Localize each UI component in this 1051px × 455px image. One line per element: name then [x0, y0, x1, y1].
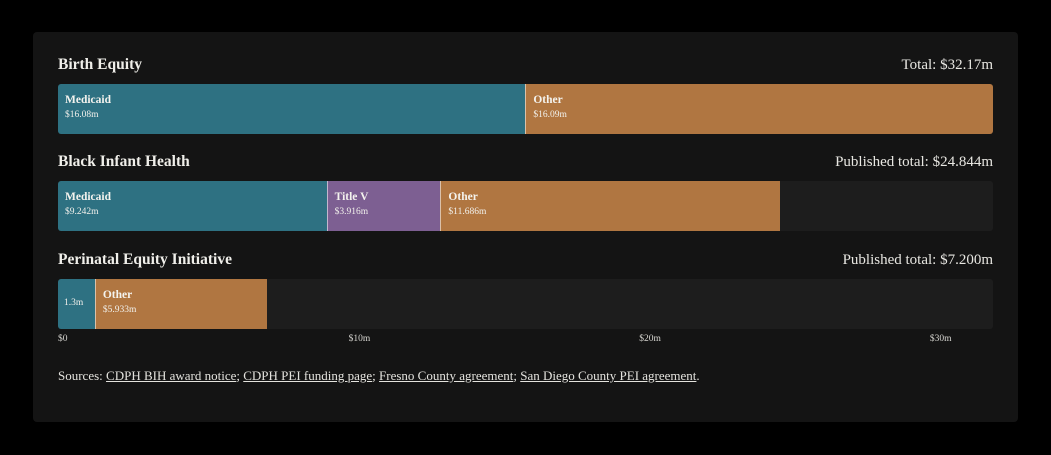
group-header: Black Infant Health Published total: $24.… — [58, 151, 993, 173]
sources-prefix: Sources: — [58, 368, 107, 383]
source-link[interactable]: Fresno County agreement — [379, 368, 513, 383]
chart-card: Birth Equity Total: $32.17m Medicaid $16.08… — [33, 32, 1018, 422]
segment-value-label: $16.09m — [533, 110, 567, 120]
x-tick-label: $20m — [639, 334, 661, 344]
source-separator: . — [696, 368, 700, 383]
bar-segment: Title V $3.916m — [326, 181, 441, 231]
group-header: Birth Equity Total: $32.17m — [58, 54, 993, 76]
group-header: Perinatal Equity Initiative Published tot… — [58, 249, 993, 271]
bar-segment: Medicaid $9.242m — [58, 181, 327, 231]
segment-value-label: $5.933m — [102, 305, 137, 315]
bar-track: Medicaid $9.242m Title V $3.916m Other $11.68… — [58, 181, 993, 231]
group-title: Birth Equity — [58, 56, 142, 73]
bar-segment: Other $5.933m — [94, 279, 268, 329]
x-tick-label: $30m — [929, 334, 952, 344]
sources-line: Sources: CDPH BIH award notice; CDPH PEI… — [58, 368, 700, 384]
segment-label: Medicaid — [65, 94, 111, 106]
group-total: Published total: $24.844m — [835, 154, 993, 170]
source-link[interactable]: CDPH PEI funding page — [243, 368, 372, 383]
bar-segment: Other $11.686m — [440, 181, 781, 231]
segment-label: Other — [448, 191, 478, 203]
bar-segment: Other $16.09m — [525, 84, 993, 134]
group-total: Published total: $7.200m — [842, 252, 993, 268]
x-axis: $0 $10m $20m $30m — [58, 334, 993, 348]
segment-label: Other — [533, 94, 563, 106]
source-link[interactable]: San Diego County PEI agreement — [520, 368, 696, 383]
bar-track: Medicaid $16.08m Other $16.09m — [58, 84, 993, 134]
group-title: Black Infant Health — [58, 153, 190, 170]
segment-value-label: $9.242m — [65, 207, 99, 217]
bar-track: 1.3m Other $5.933m — [58, 279, 993, 329]
group-title: Perinatal Equity Initiative — [58, 251, 232, 268]
segment-value-label: 1.3m — [64, 298, 84, 308]
segment-label: Medicaid — [65, 191, 111, 203]
source-link[interactable]: CDPH BIH award notice — [106, 368, 236, 383]
bar-segment: 1.3m — [58, 279, 95, 329]
segment-label: Other — [102, 289, 133, 301]
segment-value-label: $3.916m — [334, 207, 369, 217]
group-total: Total: $32.17m — [901, 57, 993, 73]
x-tick-label: $0 — [58, 334, 68, 344]
segment-value-label: $16.08m — [65, 110, 99, 120]
bar-segment: Medicaid $16.08m — [58, 84, 526, 134]
x-tick-label: $10m — [348, 334, 371, 344]
segment-label: Title V — [334, 191, 369, 203]
segment-value-label: $11.686m — [448, 207, 487, 217]
